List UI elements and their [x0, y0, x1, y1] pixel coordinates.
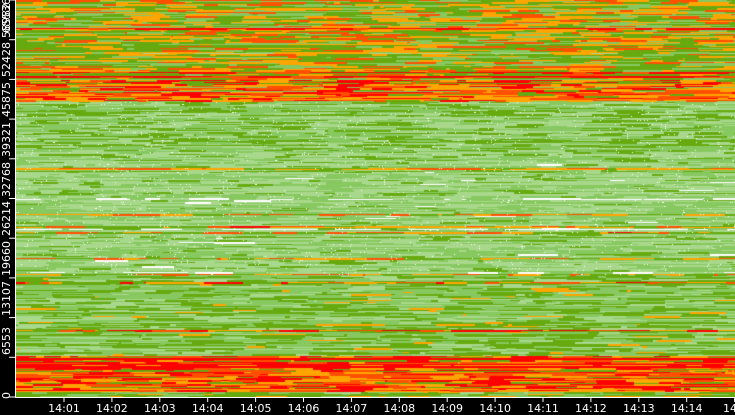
x-tick-label: 14:08	[383, 402, 416, 415]
y-tick-label: 19660	[0, 240, 13, 276]
x-tick-label: 14:10	[479, 402, 511, 415]
y-tick-label: 6553	[0, 327, 13, 356]
x-tick-label: 14:14	[670, 402, 703, 415]
x-tick-label: 14:04	[191, 402, 224, 415]
x-tick-label: 14:13	[622, 402, 655, 415]
x-tick-label: 14:09	[431, 402, 464, 415]
x-tick-label: 14:01	[48, 402, 80, 415]
heatmap-chart: 0 6553 13107 19660 26214 32768 39321 45875 52428…	[0, 0, 735, 415]
y-tick-label: 65536	[0, 0, 13, 33]
y-tick-label: 39321	[0, 121, 13, 157]
x-tick-label: 14:05	[239, 402, 272, 415]
x-tick-label: 14:06	[287, 402, 320, 415]
y-tick-label: 0	[0, 392, 13, 399]
x-tick-label: 14	[723, 402, 735, 415]
x-tick-label: 14:02	[96, 402, 128, 415]
y-tick-label: 32768	[0, 161, 13, 197]
x-tick-label: 14:11	[527, 402, 559, 415]
y-tick-label: 52428	[0, 42, 13, 78]
x-tick-label: 14:03	[143, 402, 176, 415]
y-tick-label: 26214	[0, 201, 13, 237]
y-tick-label: 45875	[0, 82, 13, 118]
x-tick-label: 14:07	[335, 402, 368, 415]
y-tick-label: 13107	[0, 280, 13, 316]
axes	[9, 0, 735, 402]
x-tick-label: 14:12	[575, 402, 607, 415]
